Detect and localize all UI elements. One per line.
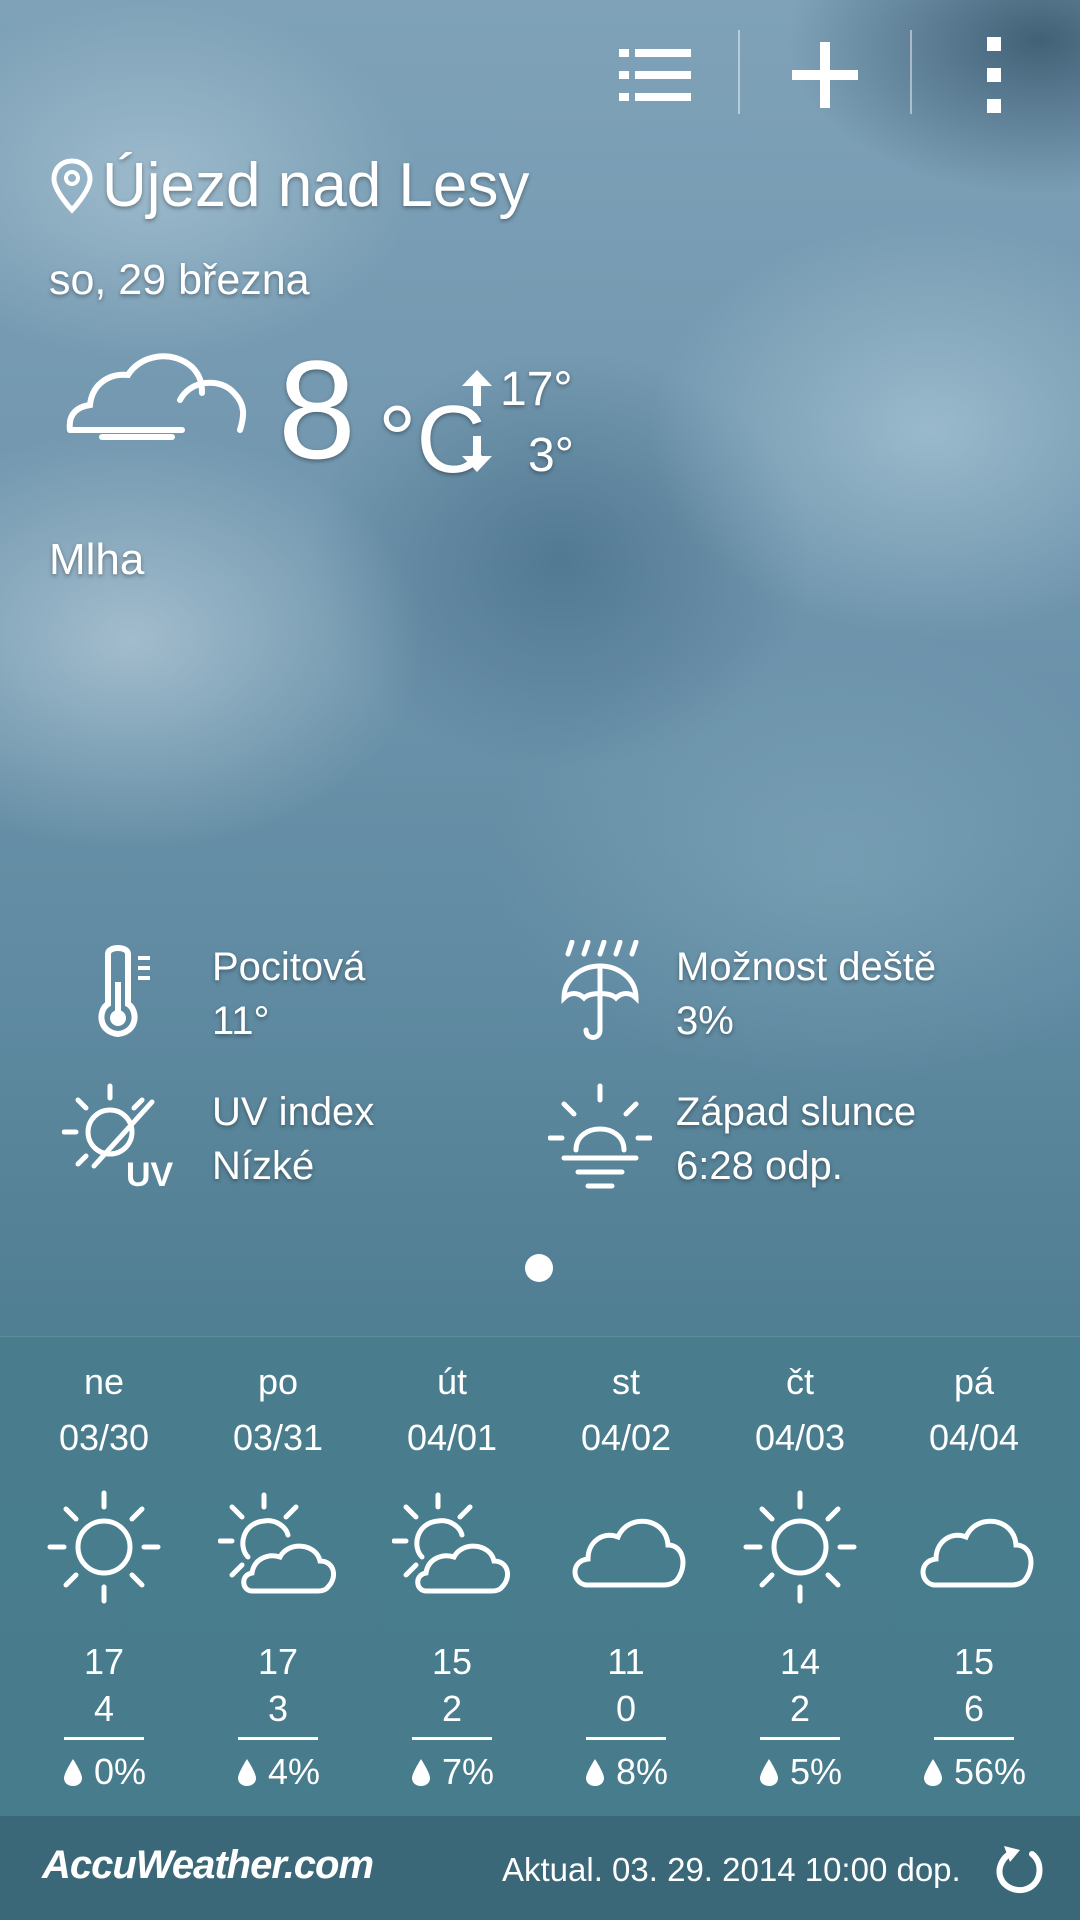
condition-text: Mlha — [49, 535, 145, 584]
forecast-day-name: po — [257, 1361, 299, 1402]
low-temperature: 3° — [528, 429, 574, 482]
feels-like-value: 11° — [212, 999, 270, 1043]
accuweather-logo[interactable]: AccuWeather.com — [42, 1843, 374, 1888]
forecast-low: 3 — [267, 1688, 289, 1729]
feels-like-label: Pocitová — [212, 945, 366, 989]
forecast-high: 17 — [257, 1641, 299, 1682]
more-vertical-icon — [987, 37, 1001, 113]
forecast-day-name: pá — [953, 1361, 995, 1402]
forecast-low: 4 — [93, 1688, 115, 1729]
forecast-high: 15 — [431, 1641, 473, 1682]
raindrop-icon — [759, 1759, 778, 1786]
thermometer-icon — [98, 945, 150, 1038]
arrow-up-icon — [462, 370, 492, 406]
forecast-rain-value: 4% — [267, 1751, 321, 1792]
high-temperature: 17° — [500, 363, 573, 416]
forecast-date: 04/03 — [754, 1417, 846, 1458]
forecast-rain-value: 7% — [441, 1751, 495, 1792]
toolbar-divider — [910, 30, 912, 114]
forecast-date: 04/02 — [580, 1417, 672, 1458]
forecast-divider — [760, 1737, 840, 1740]
cloudy-icon — [572, 1518, 686, 1588]
umbrella-rain-icon — [561, 940, 639, 1040]
page-indicator-dot — [525, 1254, 553, 1282]
raindrop-icon — [63, 1759, 82, 1786]
forecast-divider — [934, 1737, 1014, 1740]
sunset-icon — [548, 1083, 652, 1189]
overflow-menu-button[interactable] — [940, 20, 1050, 130]
raindrop-icon — [237, 1759, 256, 1786]
uv-index-label: UV index — [212, 1090, 375, 1134]
rain-chance-value: 3% — [676, 999, 734, 1043]
toolbar-divider — [738, 30, 740, 114]
forecast-rain: 4% — [191, 1751, 365, 1793]
location-name: Újezd nad Lesy — [102, 151, 530, 220]
uv-sun-icon: UV — [62, 1083, 174, 1192]
arrow-down-icon — [462, 436, 492, 472]
sunny-icon — [743, 1490, 857, 1604]
forecast-date: 03/31 — [232, 1417, 324, 1458]
cloud-icon — [66, 353, 247, 440]
plus-icon — [792, 42, 858, 108]
rain-chance-label: Možnost deště — [676, 945, 937, 989]
forecast-high: 11 — [607, 1641, 645, 1682]
svg-text:UV: UV — [126, 1156, 174, 1192]
raindrop-icon — [923, 1759, 942, 1786]
forecast-divider — [64, 1737, 144, 1740]
add-city-button[interactable] — [770, 20, 880, 130]
cloudy-icon — [920, 1518, 1034, 1588]
forecast-day-name: ne — [83, 1361, 125, 1402]
forecast-rain: 56% — [887, 1751, 1061, 1793]
last-updated-text: Aktual. 03. 29. 2014 10:00 dop. — [502, 1851, 961, 1888]
uv-index-value: Nízké — [212, 1144, 315, 1188]
forecast-rain-value: 8% — [615, 1751, 669, 1792]
forecast-divider — [412, 1737, 492, 1740]
forecast-high: 14 — [779, 1641, 821, 1682]
forecast-low: 2 — [789, 1688, 811, 1729]
forecast-high: 17 — [83, 1641, 125, 1682]
forecast-low: 2 — [441, 1688, 463, 1729]
forecast-day-name: st — [611, 1361, 640, 1402]
forecast-rain: 7% — [365, 1751, 539, 1793]
forecast-low: 0 — [615, 1688, 637, 1729]
sunny-icon — [47, 1490, 161, 1604]
refresh-icon[interactable] — [994, 1844, 1046, 1896]
forecast-day-name: út — [436, 1361, 468, 1402]
list-icon — [619, 49, 691, 101]
location-pin-icon — [51, 157, 93, 214]
forecast-rain: 5% — [713, 1751, 887, 1793]
forecast-rain: 8% — [539, 1751, 713, 1793]
sunset-label: Západ slunce — [676, 1090, 917, 1134]
current-date: so, 29 března — [49, 256, 310, 304]
forecast-rain: 0% — [17, 1751, 191, 1793]
current-temperature: 8 — [278, 331, 356, 488]
location-header[interactable]: Újezd nad Lesy — [50, 150, 529, 221]
forecast-low: 6 — [963, 1688, 985, 1729]
forecast-divider — [586, 1737, 666, 1740]
raindrop-icon — [585, 1759, 604, 1786]
forecast-date: 04/01 — [406, 1417, 498, 1458]
forecast-date: 03/30 — [58, 1417, 150, 1458]
partly-cloudy-icon — [392, 1492, 511, 1594]
city-list-button[interactable] — [600, 20, 710, 130]
sunset-value: 6:28 odp. — [676, 1144, 843, 1188]
forecast-rain-value: 56% — [953, 1751, 1027, 1792]
raindrop-icon — [411, 1759, 430, 1786]
forecast-date: 04/04 — [928, 1417, 1020, 1458]
partly-cloudy-icon — [218, 1492, 337, 1594]
forecast-divider — [238, 1737, 318, 1740]
forecast-rain-value: 5% — [789, 1751, 843, 1792]
forecast-rain-value: 0% — [93, 1751, 147, 1792]
forecast-panel: ne 03/30 17 4 0% po 03/31 17 3 4% út 04/… — [0, 1336, 1080, 1817]
forecast-high: 15 — [953, 1641, 995, 1682]
forecast-day-name: čt — [785, 1361, 814, 1402]
